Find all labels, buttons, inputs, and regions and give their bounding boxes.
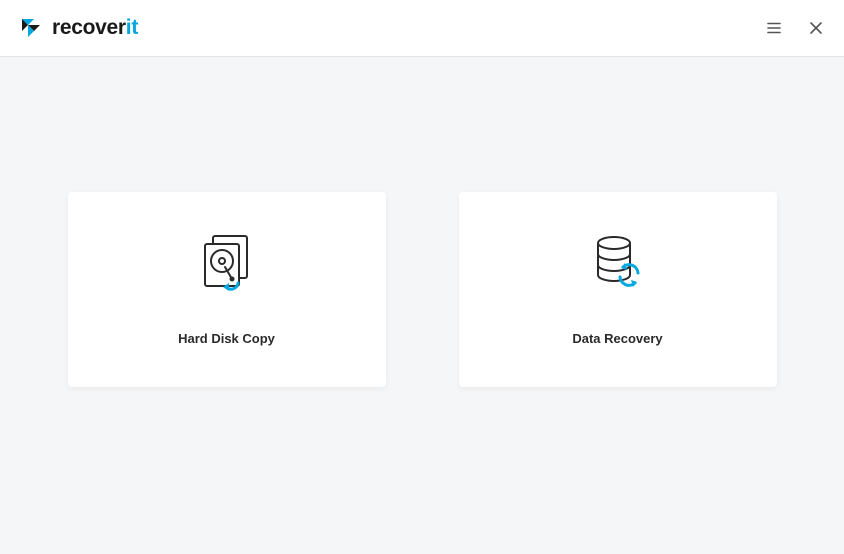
close-button[interactable] bbox=[806, 18, 826, 38]
brand-logo: recoverit bbox=[18, 15, 138, 41]
hard-disk-copy-card[interactable]: Hard Disk Copy bbox=[68, 192, 386, 387]
brand-name-part1: recover bbox=[52, 16, 126, 39]
data-recovery-icon bbox=[588, 233, 648, 293]
brand-logo-text: recoverit bbox=[52, 16, 138, 40]
menu-icon bbox=[766, 20, 782, 36]
hard-disk-copy-title: Hard Disk Copy bbox=[178, 331, 275, 346]
main-content: Hard Disk Copy Data Recovery bbox=[0, 57, 844, 387]
brand-name-part2: it bbox=[126, 16, 138, 39]
header: recoverit bbox=[0, 0, 844, 57]
data-recovery-title: Data Recovery bbox=[572, 331, 662, 346]
brand-logo-icon bbox=[18, 15, 44, 41]
header-controls bbox=[764, 18, 826, 38]
data-recovery-card[interactable]: Data Recovery bbox=[459, 192, 777, 387]
hard-disk-copy-icon bbox=[197, 233, 257, 293]
close-icon bbox=[809, 21, 823, 35]
menu-button[interactable] bbox=[764, 18, 784, 38]
